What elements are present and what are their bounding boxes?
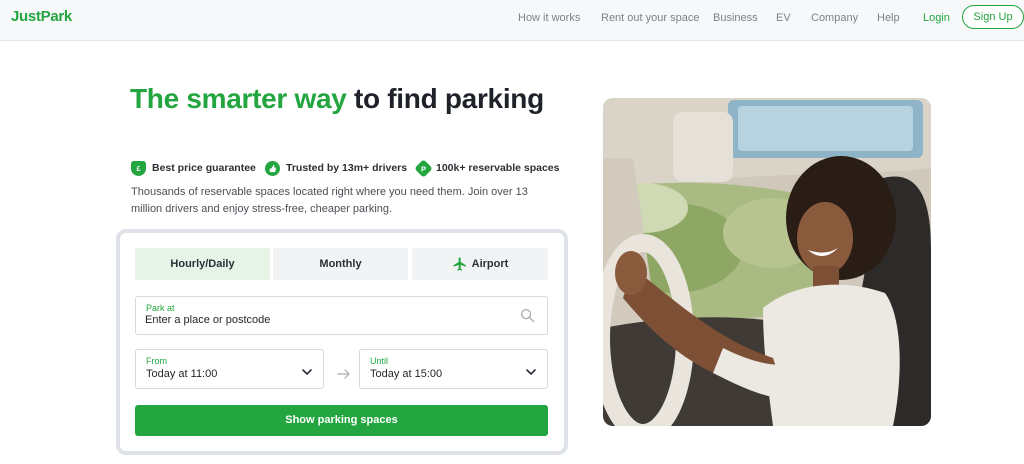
park-at-field[interactable]: Park at (135, 296, 548, 335)
feature-reservable: P 100k+ reservable spaces (414, 158, 559, 178)
chevron-down-icon (301, 365, 313, 383)
until-datetime-field[interactable]: Until Today at 15:00 (359, 349, 548, 389)
nav-help[interactable]: Help (877, 12, 900, 24)
search-icon[interactable] (520, 308, 535, 328)
from-label: From (146, 356, 167, 366)
shield-icon: £ (131, 160, 146, 176)
signup-button[interactable]: Sign Up (962, 5, 1024, 29)
from-datetime-field[interactable]: From Today at 11:00 (135, 349, 324, 389)
from-value: Today at 11:00 (146, 368, 218, 380)
tab-hourly-daily[interactable]: Hourly/Daily (135, 248, 270, 280)
tab-monthly[interactable]: Monthly (273, 248, 408, 280)
tab-airport[interactable]: Airport (412, 248, 548, 280)
thumbs-up-icon (265, 160, 280, 176)
parking-icon: P (414, 158, 433, 178)
feature-trusted: Trusted by 13m+ drivers (265, 158, 407, 178)
login-link[interactable]: Login (923, 12, 950, 24)
hero-headline: The smarter way to find parking (130, 82, 570, 116)
park-at-label: Park at (146, 303, 175, 313)
feature-best-price: £ Best price guarantee (131, 158, 256, 178)
nav-how-it-works[interactable]: How it works (518, 12, 580, 24)
parking-search-card: Hourly/Daily Monthly Airport Park at Fro… (116, 229, 568, 455)
chevron-down-icon (525, 365, 537, 383)
airplane-icon (452, 256, 468, 272)
hero-photo-woman-driving (603, 98, 931, 426)
nav-rent-out-your-space[interactable]: Rent out your space (601, 12, 699, 24)
headline-accent: The smarter way (130, 83, 347, 114)
svg-text:£: £ (137, 164, 141, 173)
top-nav-bar: JustPark How it works Rent out your spac… (0, 0, 1024, 41)
show-parking-spaces-button[interactable]: Show parking spaces (135, 405, 548, 436)
svg-text:P: P (421, 164, 426, 172)
nav-business[interactable]: Business (713, 12, 758, 24)
hero-subtext: Thousands of reservable spaces located r… (131, 186, 528, 215)
until-label: Until (370, 356, 389, 366)
until-value: Today at 15:00 (370, 368, 443, 380)
justpark-logo[interactable]: JustPark (11, 8, 72, 25)
park-at-input[interactable] (145, 314, 505, 326)
nav-company[interactable]: Company (811, 12, 858, 24)
headline-rest: to find parking (346, 83, 544, 114)
arrow-right-icon (337, 367, 351, 385)
nav-ev[interactable]: EV (776, 12, 791, 24)
